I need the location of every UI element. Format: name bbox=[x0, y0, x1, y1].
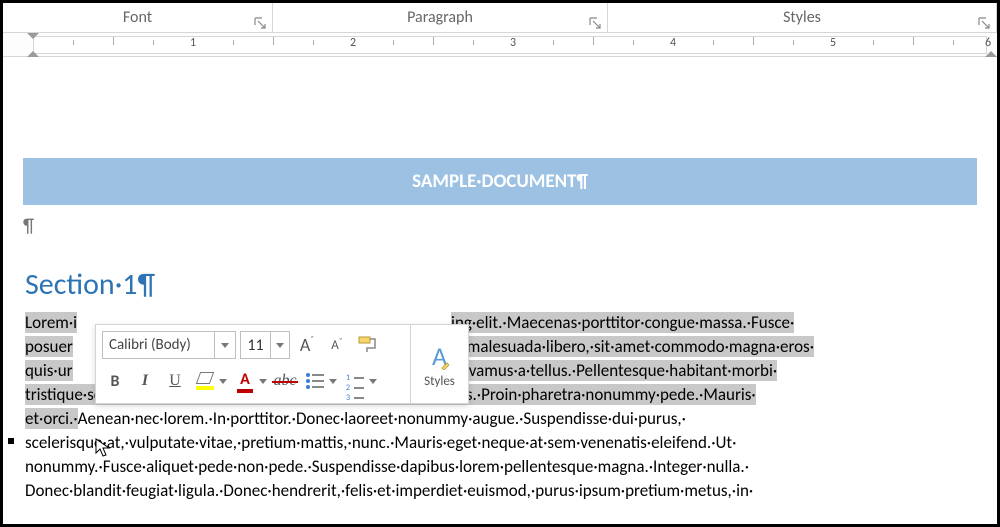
bullets-split-button[interactable] bbox=[302, 368, 338, 394]
font-size-value[interactable]: 11 bbox=[241, 332, 271, 358]
ruler-number: 3 bbox=[510, 36, 516, 50]
first-line-indent-marker-icon[interactable] bbox=[27, 33, 39, 39]
font-name-dropdown-icon[interactable] bbox=[215, 332, 235, 358]
document-title-bar[interactable]: SAMPLE·DOCUMENT¶ bbox=[23, 158, 977, 205]
paragraph-mark: ¶ bbox=[23, 215, 977, 238]
font-color-split-button[interactable]: A bbox=[232, 368, 268, 394]
highlight-split-button[interactable] bbox=[192, 368, 228, 394]
ribbon-group-font: Font bbox=[3, 3, 273, 32]
font-size-dropdown-icon[interactable] bbox=[271, 332, 289, 358]
highlight-dropdown-icon[interactable] bbox=[218, 379, 228, 384]
right-indent-marker-icon[interactable] bbox=[985, 51, 997, 57]
ribbon-group-paragraph: Paragraph bbox=[273, 3, 608, 32]
numbering-split-button[interactable]: 123 bbox=[342, 368, 378, 394]
font-name-combo[interactable]: Calibri (Body) bbox=[102, 331, 236, 359]
bullets-dropdown-icon[interactable] bbox=[328, 379, 338, 384]
ruler-number: 1 bbox=[190, 36, 196, 50]
styles-dialog-launcher-icon[interactable] bbox=[978, 17, 990, 29]
numbering-dropdown-icon[interactable] bbox=[368, 379, 378, 384]
ruler[interactable]: 1 2 3 4 5 6 bbox=[3, 33, 997, 57]
strikethrough-button[interactable]: abc bbox=[272, 368, 298, 394]
grow-font-button[interactable]: Aˆ bbox=[294, 332, 320, 358]
underline-button[interactable]: U bbox=[162, 368, 188, 394]
margin-marker-icon bbox=[8, 438, 14, 444]
ruler-number: 2 bbox=[350, 36, 356, 50]
document-title-text: SAMPLE·DOCUMENT¶ bbox=[412, 170, 588, 193]
font-size-combo[interactable]: 11 bbox=[240, 331, 290, 359]
font-dialog-launcher-icon[interactable] bbox=[254, 17, 266, 29]
hanging-indent-marker-icon[interactable] bbox=[27, 51, 39, 57]
ruler-number: 4 bbox=[670, 36, 676, 50]
shrink-font-button[interactable]: Aˇ bbox=[324, 332, 350, 358]
section-heading[interactable]: Section·1¶ bbox=[25, 266, 977, 303]
font-name-value[interactable]: Calibri (Body) bbox=[103, 332, 215, 358]
paragraph-dialog-launcher-icon[interactable] bbox=[589, 17, 601, 29]
mini-toolbar: Calibri (Body) 11 Aˆ Aˇ B I U bbox=[95, 324, 469, 404]
font-color-dropdown-icon[interactable] bbox=[258, 379, 268, 384]
format-painter-button[interactable] bbox=[354, 332, 380, 358]
ribbon-group-styles-label: Styles bbox=[783, 8, 821, 27]
ruler-number: 6 bbox=[985, 36, 991, 50]
highlight-icon[interactable] bbox=[192, 368, 218, 394]
ruler-number: 5 bbox=[830, 36, 836, 50]
ribbon-group-paragraph-label: Paragraph bbox=[407, 8, 473, 27]
styles-icon: A bbox=[432, 340, 447, 372]
ribbon-group-font-label: Font bbox=[123, 8, 152, 27]
ribbon-groups: Font Paragraph Styles bbox=[3, 3, 997, 33]
mini-styles-label: Styles bbox=[424, 374, 455, 389]
selected-text[interactable]: Lorem·i bbox=[25, 312, 77, 333]
bold-button[interactable]: B bbox=[102, 368, 128, 394]
ribbon-group-styles: Styles bbox=[608, 3, 997, 32]
bullets-icon[interactable] bbox=[302, 368, 328, 394]
mini-styles-button[interactable]: A Styles bbox=[410, 325, 468, 403]
document-page[interactable]: SAMPLE·DOCUMENT¶ ¶ Section·1¶ Lorem·iing… bbox=[3, 58, 997, 524]
italic-button[interactable]: I bbox=[132, 368, 158, 394]
numbering-icon[interactable]: 123 bbox=[342, 368, 368, 394]
font-color-icon[interactable]: A bbox=[232, 368, 258, 394]
